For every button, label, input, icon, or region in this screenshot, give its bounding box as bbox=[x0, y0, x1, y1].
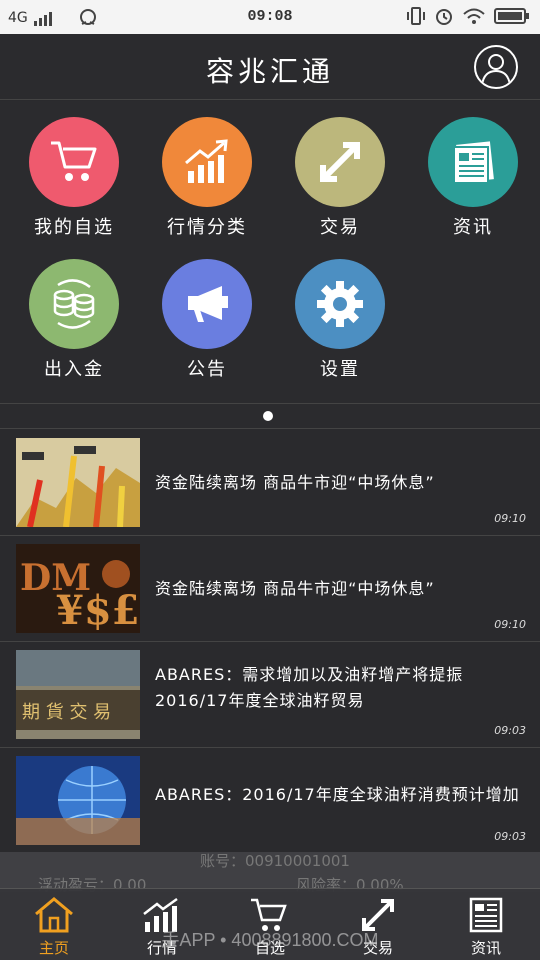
user-icon bbox=[481, 54, 511, 86]
news-title: ABARES：需求增加以及油籽增产将提振2016/17年度全球油籽贸易 bbox=[155, 665, 464, 710]
news-time: 09:10 bbox=[494, 512, 526, 525]
news-thumbnail bbox=[16, 756, 140, 845]
account-summary: 账号：00910001001 浮动盈亏：0.00 风险率：0.00% bbox=[0, 852, 540, 894]
news-thumbnail: DM ¥$£ bbox=[16, 544, 140, 633]
news-time: 09:03 bbox=[494, 724, 526, 737]
menu-label: 我的自选 bbox=[34, 217, 114, 238]
menu-label: 设置 bbox=[320, 359, 360, 380]
menu-label: 出入金 bbox=[44, 359, 104, 380]
menu-deposit-withdraw[interactable]: 出入金 bbox=[14, 259, 134, 381]
menu-label: 资讯 bbox=[453, 217, 493, 238]
page-title: 容兆汇通 bbox=[205, 55, 334, 88]
status-bar: 4G 09:08 bbox=[0, 0, 540, 34]
page-indicator bbox=[0, 403, 540, 429]
wifi-icon bbox=[463, 8, 485, 24]
menu-label: 公告 bbox=[187, 359, 227, 380]
app-header: 容兆汇通 bbox=[0, 34, 540, 100]
vibrate-icon bbox=[407, 7, 425, 25]
account-number: 账号：00910001001 bbox=[200, 852, 350, 870]
page-dot-active[interactable] bbox=[263, 411, 273, 421]
menu-settings[interactable]: 设置 bbox=[280, 259, 400, 381]
menu-watchlist[interactable]: 我的自选 bbox=[14, 117, 134, 239]
news-item[interactable]: 资金陆续离场 商品牛市迎“中场休息” 09:10 bbox=[0, 430, 540, 536]
news-item[interactable]: 期 貨 交 易 ABARES：需求增加以及油籽增产将提振2016/17年度全球油… bbox=[0, 642, 540, 748]
exchange-arrows-icon bbox=[295, 117, 385, 207]
news-title: 资金陆续离场 商品牛市迎“中场休息” bbox=[155, 579, 435, 598]
news-thumbnail: 期 貨 交 易 bbox=[16, 650, 140, 739]
battery-icon bbox=[494, 8, 529, 24]
news-title: ABARES：2016/17年度全球油籽消费预计增加 bbox=[155, 785, 520, 804]
news-item[interactable]: DM ¥$£ 资金陆续离场 商品牛市迎“中场休息” 09:10 bbox=[0, 536, 540, 642]
gear-icon bbox=[295, 259, 385, 349]
news-thumbnail bbox=[16, 438, 140, 527]
user-avatar-button[interactable] bbox=[474, 45, 518, 89]
alarm-icon bbox=[436, 9, 452, 25]
news-time: 09:10 bbox=[494, 618, 526, 631]
megaphone-icon bbox=[162, 259, 252, 349]
menu-label: 行情分类 bbox=[167, 217, 247, 238]
svg-text:期 貨 交 易: 期 貨 交 易 bbox=[22, 702, 111, 723]
svg-text:¥$£: ¥$£ bbox=[56, 587, 140, 633]
news-item[interactable]: ABARES：2016/17年度全球油籽消费预计增加 09:03 bbox=[0, 748, 540, 854]
menu-label: 交易 bbox=[320, 217, 360, 238]
chart-up-icon bbox=[162, 117, 252, 207]
news-title: 资金陆续离场 商品牛市迎“中场休息” bbox=[155, 473, 435, 492]
status-right bbox=[406, 6, 530, 26]
news-time: 09:03 bbox=[494, 830, 526, 843]
watermark-text: 手APP • 4008891800.COM bbox=[161, 930, 379, 950]
menu-market-category[interactable]: 行情分类 bbox=[147, 117, 267, 239]
newspaper-icon bbox=[428, 117, 518, 207]
menu-notice[interactable]: 公告 bbox=[147, 259, 267, 381]
coins-exchange-icon bbox=[29, 259, 119, 349]
menu-trade[interactable]: 交易 bbox=[280, 117, 400, 239]
cart-icon bbox=[29, 117, 119, 207]
function-grid: 我的自选 行情分类 交易 资讯 出入金 公告 设置 bbox=[0, 101, 540, 403]
menu-news[interactable]: 资讯 bbox=[413, 117, 533, 239]
